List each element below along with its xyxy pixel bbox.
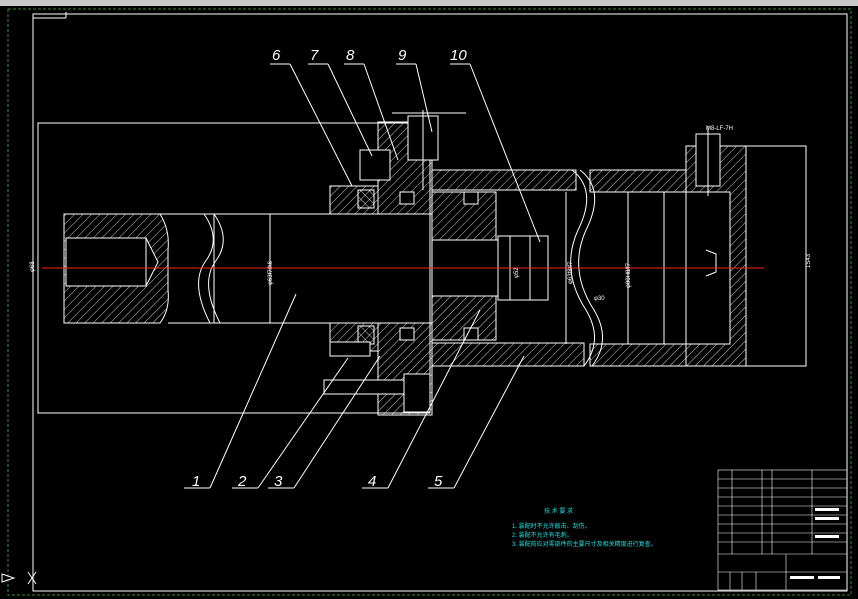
- part-label-3: 3: [274, 473, 283, 490]
- barrel-bottom-wall: [431, 342, 585, 367]
- dim-piston: φ52: [514, 267, 520, 278]
- part-label-1: 1: [192, 473, 200, 490]
- tech-note-3: 3. 装配前应对零部件的主要尺寸及相关精度进行复查。: [512, 540, 657, 548]
- end-cap: [589, 145, 747, 367]
- dim-left: φ68: [30, 261, 36, 272]
- end-cap-groove: [705, 249, 717, 277]
- screw-lower: [323, 379, 405, 395]
- thread-note: M8-LF-7H: [706, 126, 733, 132]
- dim-rod: φ63f7/h6: [268, 260, 274, 285]
- piston-seal-1: [399, 191, 415, 205]
- tech-title: 技 术 要 求: [544, 507, 573, 515]
- dim-barrel-2: φ80H8/f7: [626, 262, 632, 288]
- ucs-x-icon: [27, 571, 37, 585]
- screw-small-upper: [359, 149, 391, 181]
- piston-seal-2: [463, 191, 479, 205]
- part-label-2: 2: [237, 473, 247, 490]
- tech-note-2: 2. 装配不允许有毛刺。: [512, 531, 573, 539]
- tech-note-1: 1. 装配时不允许敲击、刮伤。: [512, 522, 591, 530]
- piston-seal-4: [463, 327, 479, 341]
- bom-fills: [790, 508, 840, 579]
- cad-drawing-canvas[interactable]: φ68 φ63f7/h6 φ52 φ63f8/f7 φ80H8/f7 φ30 1…: [0, 0, 858, 599]
- piston-seal-3: [399, 327, 415, 341]
- seal-ring-up: [357, 189, 375, 209]
- dim-small: φ30: [594, 296, 605, 302]
- bolt-lower: [403, 373, 431, 413]
- part-label-4: 4: [368, 473, 376, 490]
- part-label-8: 8: [346, 47, 355, 64]
- screw-small-lower: [329, 341, 371, 357]
- dim-barrel-1: φ63f8/f7: [568, 261, 574, 284]
- part-label-10: 10: [450, 47, 467, 64]
- barrel-top-wall: [431, 169, 577, 191]
- part-label-7: 7: [310, 47, 319, 64]
- part-label-9: 9: [398, 47, 407, 64]
- seal-ring-low: [357, 325, 375, 345]
- bom-table: [717, 469, 848, 591]
- rod-end-bore: [65, 237, 147, 287]
- dim-right: 1S43: [806, 253, 812, 268]
- part-label-6: 6: [272, 47, 281, 64]
- part-label-5: 5: [434, 473, 443, 490]
